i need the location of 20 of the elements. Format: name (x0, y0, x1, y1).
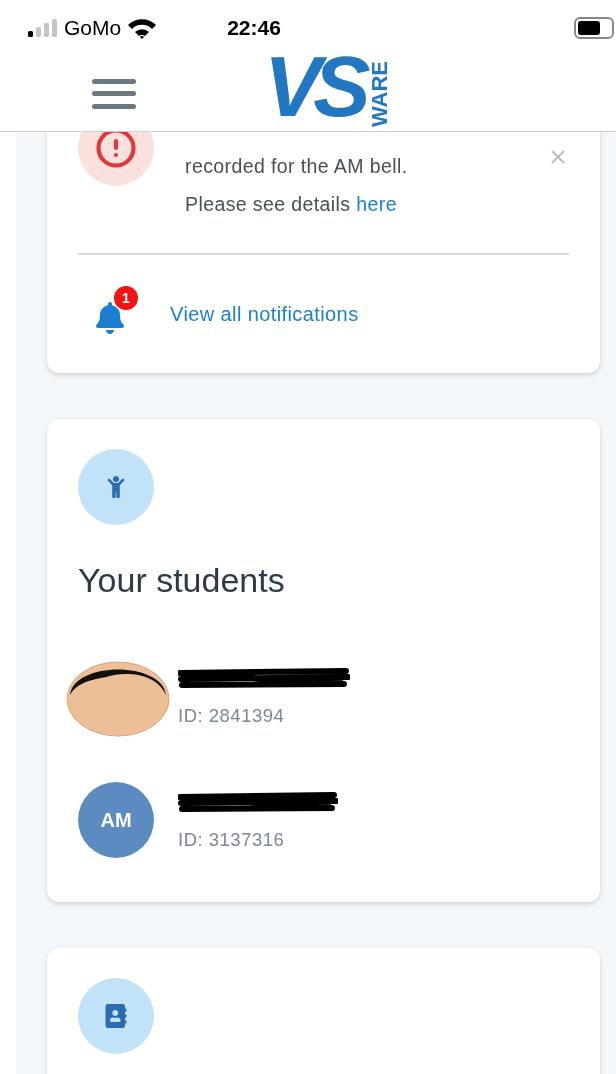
card-title: Your students (78, 561, 286, 600)
child-icon (105, 476, 127, 498)
details-link[interactable]: here (356, 193, 397, 215)
notification-count: 1 (114, 286, 138, 310)
logo-subtext: WARE (368, 59, 391, 127)
bell-icon[interactable] (94, 302, 126, 334)
student-id: ID: 2841394 (178, 705, 286, 727)
logo-text: VS (264, 46, 363, 125)
notification-message: recorded for the AM bell. Please see details here (185, 154, 409, 217)
view-notifications-link[interactable]: View all notifications (170, 302, 359, 326)
carrier-name: GoMo (64, 16, 122, 40)
clock-time: 22:46 (227, 16, 282, 40)
menu-button[interactable] (92, 78, 136, 109)
address-book-icon (104, 1004, 128, 1028)
student-id: ID: 3137316 (178, 829, 286, 851)
wifi-icon (127, 17, 158, 39)
battery-icon (574, 17, 616, 39)
alert-icon (95, 132, 137, 169)
student-initials: AM (78, 782, 154, 858)
signal-icon (28, 19, 58, 37)
